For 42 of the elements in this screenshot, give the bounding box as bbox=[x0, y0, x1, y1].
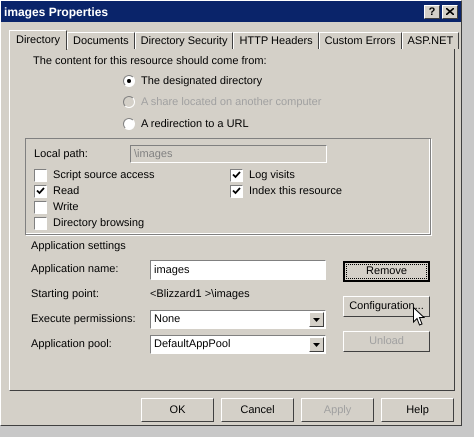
tab[interactable]: Directory bbox=[9, 30, 68, 50]
field-label: Application name: bbox=[31, 262, 120, 278]
checkbox[interactable] bbox=[230, 184, 243, 198]
tab[interactable]: Directory Security bbox=[134, 32, 234, 49]
help-button[interactable]: ? bbox=[424, 4, 440, 18]
radio-button[interactable] bbox=[123, 118, 135, 130]
button[interactable]: Remove bbox=[343, 260, 430, 282]
checkbox-label: Directory browsing bbox=[53, 216, 144, 231]
dropdown[interactable]: DefaultAppPool bbox=[150, 335, 326, 354]
checkbox-label: Read bbox=[53, 184, 80, 199]
section-label: The content for this resource should come from: bbox=[33, 54, 268, 69]
dropdown[interactable]: None bbox=[150, 310, 326, 329]
radio-label: The designated directory bbox=[141, 74, 262, 88]
checkbox-label: Write bbox=[53, 200, 78, 215]
checkbox[interactable] bbox=[34, 200, 47, 214]
tab[interactable]: Custom Errors bbox=[318, 32, 402, 49]
tab[interactable]: ASP.NET bbox=[402, 32, 460, 49]
field-label: Application pool: bbox=[31, 337, 113, 352]
field-label: Execute permissions: bbox=[31, 312, 137, 328]
button[interactable]: Help bbox=[381, 398, 454, 422]
radio-button[interactable] bbox=[123, 74, 135, 87]
application-name-field[interactable]: images bbox=[150, 260, 326, 280]
field-label: Starting point: bbox=[31, 287, 100, 302]
button[interactable]: Configuration... bbox=[343, 296, 430, 316]
radio-label: A redirection to a URL bbox=[141, 116, 249, 132]
window-title: images Properties bbox=[4, 4, 108, 20]
button[interactable]: Cancel bbox=[221, 398, 294, 422]
checkbox[interactable] bbox=[230, 168, 243, 182]
close-icon bbox=[446, 8, 454, 15]
button[interactable]: OK bbox=[141, 398, 214, 422]
checkbox[interactable] bbox=[34, 216, 47, 230]
tab[interactable]: HTTP Headers bbox=[233, 32, 319, 49]
checkbox-label: Log visits bbox=[249, 168, 295, 183]
checkbox-label: Script source access bbox=[53, 168, 154, 183]
checkbox-label: Index this resource bbox=[249, 184, 342, 199]
close-button[interactable] bbox=[442, 4, 458, 18]
checkbox[interactable] bbox=[34, 168, 47, 182]
starting-point-value: <Blizzard1 >\images bbox=[150, 287, 250, 302]
tab[interactable]: Documents bbox=[67, 32, 135, 49]
section-label: Application settings bbox=[31, 239, 127, 254]
field-label: Local path: bbox=[34, 146, 89, 162]
checkbox[interactable] bbox=[34, 184, 47, 198]
